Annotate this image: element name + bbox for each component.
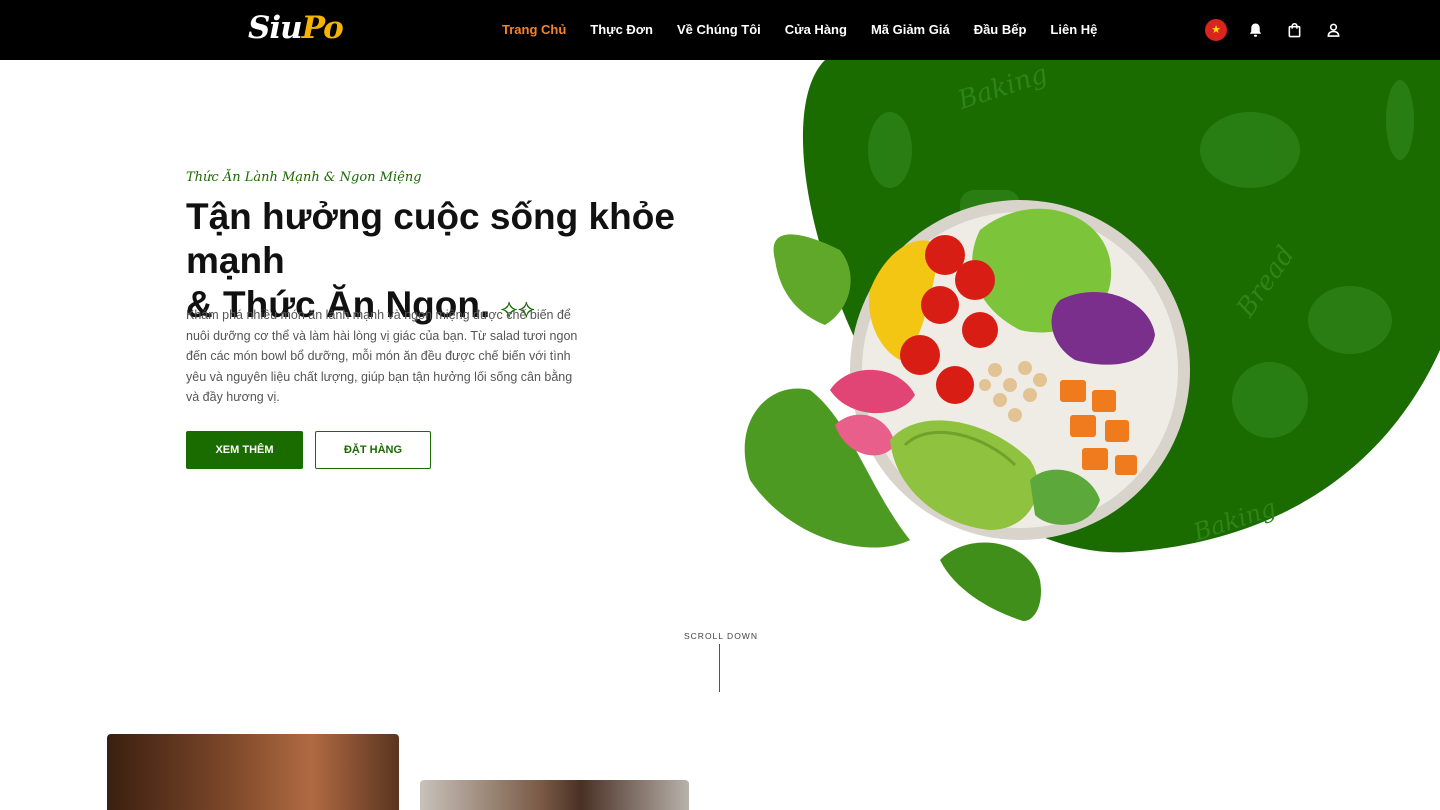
hero-tagline: Thức Ăn Lành Mạnh & Ngon Miệng	[186, 170, 422, 185]
order-button[interactable]: ĐẶT HÀNG	[315, 431, 431, 469]
feature-card-image-1[interactable]	[107, 734, 399, 810]
bell-icon[interactable]	[1244, 19, 1266, 41]
see-more-button[interactable]: XEM THÊM	[186, 431, 303, 469]
shopping-bag-icon[interactable]	[1283, 19, 1305, 41]
logo-text-siu: Siu	[248, 10, 303, 46]
hero-description: Khám phá nhiều món ăn lành mạnh và ngon …	[186, 308, 578, 404]
nav-item-coupons[interactable]: Mã Giảm Giá	[871, 22, 950, 37]
navbar: SiuPo Trang Chủ Thực Đơn Về Chúng Tôi Cử…	[0, 0, 1440, 60]
hero-illustration: Baking Bread Baking	[744, 59, 1440, 621]
hero-title-line1: Tận hưởng cuộc sống khỏe mạnh	[186, 196, 675, 281]
main-navigation: Trang Chủ Thực Đơn Về Chúng Tôi Cửa Hàng…	[502, 22, 1097, 37]
scroll-down-label[interactable]: SCROLL DOWN	[684, 631, 758, 641]
user-icon[interactable]	[1322, 19, 1344, 41]
logo-text-po: Po	[301, 10, 344, 46]
nav-item-home[interactable]: Trang Chủ	[502, 22, 566, 37]
nav-item-contact[interactable]: Liên Hệ	[1050, 22, 1097, 37]
nav-item-menu[interactable]: Thực Đơn	[590, 22, 653, 37]
vietnam-flag-icon[interactable]: ★	[1205, 19, 1227, 41]
nav-item-about[interactable]: Về Chúng Tôi	[677, 22, 761, 37]
hero-visual: Baking Bread Baking	[730, 59, 1440, 635]
nav-item-chefs[interactable]: Đầu Bếp	[974, 22, 1027, 37]
scroll-down-line	[719, 644, 720, 692]
nav-icon-group: ★	[1205, 19, 1344, 41]
feature-card-image-2[interactable]	[420, 780, 689, 810]
nav-item-shop[interactable]: Cửa Hàng	[785, 22, 847, 37]
siupo-logo[interactable]: SiuPo	[248, 10, 344, 46]
